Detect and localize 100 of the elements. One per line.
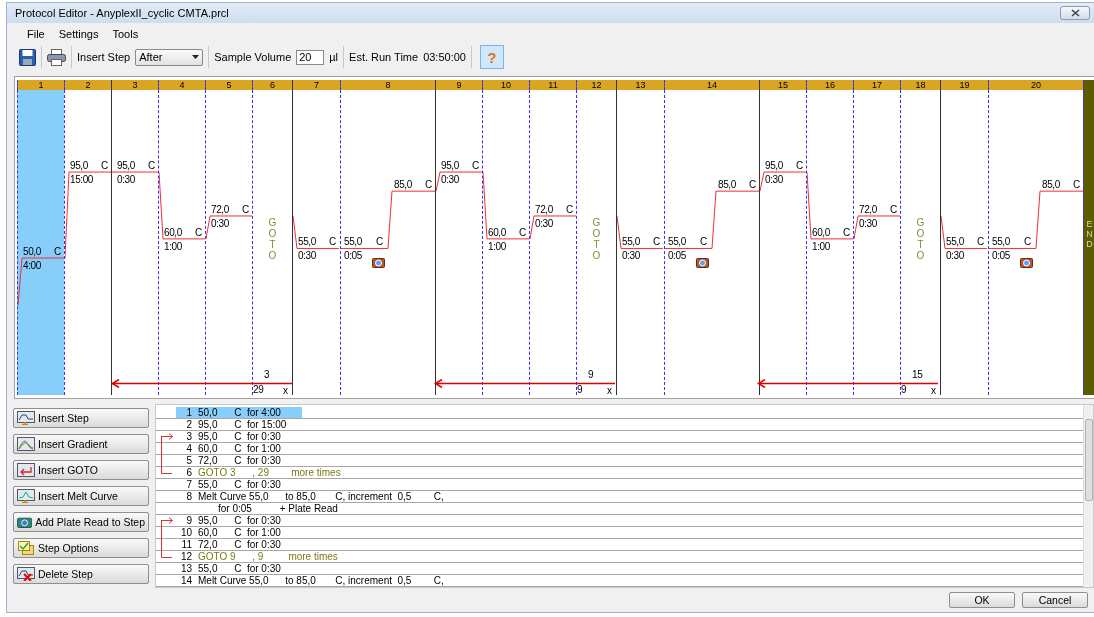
step-column[interactable]: 55,0 C 0:05 85,0 C — [664, 90, 759, 395]
end-label: END — [1085, 220, 1094, 250]
unit-label: C — [329, 236, 336, 248]
action-button[interactable]: Insert Step — [13, 408, 149, 428]
action-button[interactable]: Insert Melt Curve — [13, 486, 149, 506]
scrollbar[interactable] — [1083, 405, 1093, 587]
step-row[interactable]: 9 95,0 C for 0:30 — [156, 515, 302, 526]
step-row[interactable]: 2 95,0 C for 15:00 — [156, 419, 302, 430]
goto-label: GOTO — [915, 217, 926, 261]
repeat-count: 29 — [253, 384, 264, 395]
temperature-label: 55,0 — [298, 236, 316, 248]
step-row[interactable]: 8 Melt Curve 55,0 to 85,0 C, increment 0,5 C, — [156, 491, 444, 502]
step-row[interactable]: 14 Melt Curve 55,0 to 85,0 C, increment 0,5 C, — [156, 575, 444, 586]
step-column[interactable]: 72,0 C 0:30 — [205, 90, 252, 395]
step-column[interactable]: 60,0 C 1:00 — [482, 90, 529, 395]
action-button[interactable]: Insert GOTO — [13, 460, 149, 480]
step-text: 60,0 C for 1:00 — [198, 527, 281, 538]
step-column[interactable]: 60,0 C 1:00 — [806, 90, 853, 395]
step-column[interactable]: 95,0 C 0:30 — [759, 90, 806, 395]
step-column[interactable]: 95,0 C 15:00 — [64, 90, 111, 395]
step-column[interactable]: 50,0 C 4:00 — [17, 90, 64, 395]
step-row[interactable]: 12 GOTO 9 , 9 more times — [156, 551, 338, 562]
action-button[interactable]: Add Plate Read to Step — [13, 512, 149, 532]
step-column[interactable]: 60,0 C 1:00 — [158, 90, 205, 395]
unit-label: C — [472, 160, 479, 172]
step-number: 5 — [205, 80, 252, 90]
step-number: 4 — [185, 443, 193, 454]
step-column[interactable]: 55,0 C 0:05 85,0 C — [988, 90, 1083, 395]
hold-time-label: 0:05 — [992, 250, 1010, 262]
step-number: 11 — [529, 80, 576, 90]
step-number: 2 — [64, 80, 111, 90]
step-row[interactable]: 5 72,0 C for 0:30 — [156, 455, 302, 466]
temperature-label: 85,0 — [1042, 179, 1060, 191]
unit-label: C — [519, 226, 526, 238]
temperature-line — [617, 215, 663, 249]
unit-label: C — [1024, 236, 1031, 248]
step-column[interactable]: 95,0 C 0:30 — [111, 90, 158, 395]
printer-icon[interactable] — [47, 48, 66, 66]
step-number: 9 — [185, 515, 193, 526]
hold-time-label: 1:00 — [164, 240, 182, 252]
hold-time-label: 0:05 — [344, 250, 362, 262]
step-column[interactable]: 72,0 C 0:30 — [529, 90, 576, 395]
unit-label: C — [749, 179, 756, 191]
unit-label: C — [195, 226, 202, 238]
step-number: 6 — [252, 80, 292, 90]
goto-label: GOTO — [591, 217, 602, 261]
action-button[interactable]: Insert Gradient — [13, 434, 149, 454]
action-button[interactable]: Step Options — [13, 538, 149, 558]
sample-volume-field[interactable]: 20 — [296, 49, 325, 65]
temperature-label: 95,0 — [117, 160, 135, 172]
hold-time-label: 0:05 — [668, 250, 686, 262]
close-button[interactable] — [1060, 6, 1090, 20]
step-row[interactable]: 6 GOTO 3 , 29 more times — [156, 467, 341, 478]
temperature-label: 85,0 — [394, 179, 412, 191]
unit-label: C — [1073, 179, 1080, 191]
step-row[interactable]: 7 55,0 C for 0:30 — [156, 479, 302, 490]
unit-label: C — [796, 160, 803, 172]
temperature-label: 72,0 — [535, 203, 553, 215]
step-number: 6 — [185, 467, 193, 478]
temperature-label: 55,0 — [946, 236, 964, 248]
step-row[interactable]: 11 72,0 C for 0:30 — [156, 539, 302, 550]
menu-item[interactable]: Tools — [112, 28, 139, 40]
step-number: 20 — [988, 80, 1083, 90]
hold-time-label: 0:30 — [765, 174, 783, 186]
menu-item[interactable]: File — [27, 28, 45, 40]
step-column[interactable]: 95,0 C 0:30 — [435, 90, 482, 395]
step-row[interactable]: 13 55,0 C for 0:30 — [156, 563, 302, 574]
step-column[interactable]: 72,0 C 0:30 — [853, 90, 900, 395]
dialog-button[interactable]: OK — [949, 592, 1015, 608]
temperature-label: 55,0 — [668, 236, 686, 248]
step-number: 8 — [340, 80, 435, 90]
dialog-button[interactable]: Cancel — [1022, 592, 1088, 608]
scrollbar-thumb[interactable] — [1085, 419, 1093, 501]
unit-label: C — [148, 160, 155, 172]
step-number: 10 — [482, 80, 529, 90]
step-row[interactable]: 3 95,0 C for 0:30 — [156, 431, 302, 442]
unit-label: C — [843, 226, 850, 238]
step-row[interactable]: 4 60,0 C for 1:00 — [156, 443, 302, 454]
hold-time-label: 0:30 — [622, 250, 640, 262]
temperature-label: 95,0 — [441, 160, 459, 172]
menu-item[interactable]: Settings — [58, 28, 99, 40]
close-icon — [1070, 9, 1080, 17]
insert-step-select[interactable]: After — [135, 48, 204, 66]
save-icon[interactable] — [19, 48, 36, 66]
step-text: GOTO 9 , 9 more times — [198, 551, 338, 562]
step-row[interactable]: 10 60,0 C for 1:00 — [156, 527, 302, 538]
hold-time-label: 0:30 — [535, 217, 553, 229]
temperature-label: 60,0 — [488, 226, 506, 238]
step-number: 19 — [941, 80, 988, 90]
step-number: 1 — [17, 80, 64, 90]
action-button[interactable]: Delete Step — [13, 564, 149, 584]
run-time-label: Est. Run Time — [349, 51, 419, 63]
step-column[interactable]: 55,0 C 0:05 85,0 C — [340, 90, 435, 395]
hold-time-label: 0:30 — [946, 250, 964, 262]
unit-label: C — [653, 236, 660, 248]
step-text: for 0:05 + Plate Read — [217, 503, 338, 514]
step-number: 14 — [664, 80, 759, 90]
unit-label: C — [566, 203, 573, 215]
step-number: 4 — [158, 80, 205, 90]
step-number: 3 — [185, 431, 193, 442]
